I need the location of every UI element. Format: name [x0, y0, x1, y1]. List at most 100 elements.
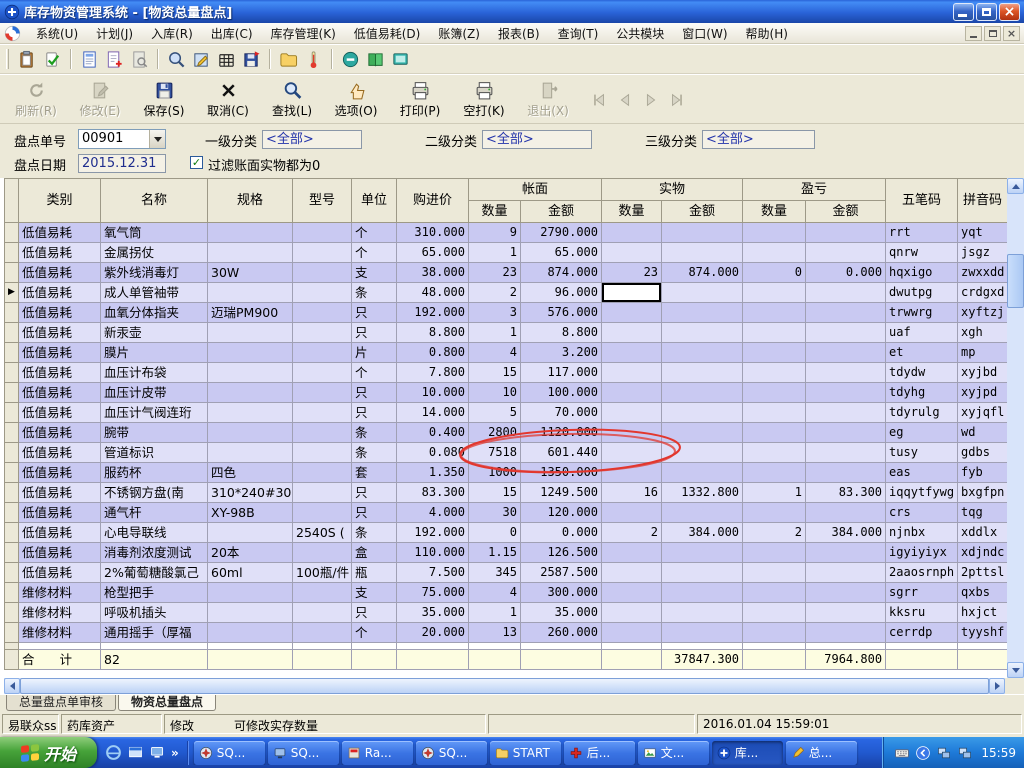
grid-cell[interactable] — [601, 322, 663, 343]
row-selector[interactable] — [4, 622, 19, 643]
grid-cell[interactable]: 低值易耗 — [18, 402, 101, 423]
row-selector[interactable] — [4, 462, 19, 483]
grid-cell[interactable] — [601, 502, 663, 523]
grid-cell[interactable]: 2 — [468, 282, 521, 303]
grid-cell[interactable] — [292, 322, 352, 343]
grid-cell[interactable]: 血压计皮带 — [100, 382, 208, 403]
grid-cell[interactable]: 维修材料 — [18, 602, 101, 623]
grid-cell[interactable] — [661, 602, 744, 623]
taskbar-button[interactable]: 总... — [785, 740, 857, 765]
grid-icon[interactable] — [214, 47, 239, 72]
row-selector[interactable] — [4, 482, 19, 503]
taskbar-button[interactable]: 库... — [711, 740, 783, 765]
grid-cell[interactable]: 套 — [351, 462, 397, 483]
grid-cell[interactable]: 7518 — [468, 442, 521, 463]
scroll-up-icon[interactable] — [1007, 178, 1024, 194]
grid-cell[interactable] — [207, 402, 293, 423]
grid-cell[interactable]: 只 — [351, 602, 397, 623]
menu-item[interactable]: 入库(R) — [142, 23, 202, 44]
grid-cell[interactable]: 0.400 — [396, 422, 469, 443]
grid-cell[interactable]: 低值易耗 — [18, 362, 101, 383]
pad-edit-icon[interactable] — [189, 47, 214, 72]
grid-cell[interactable] — [742, 322, 807, 343]
grid-cell[interactable]: 低值易耗 — [18, 462, 101, 483]
grid-cell[interactable]: 2800 — [468, 422, 521, 443]
grid-cell[interactable]: 0.000 — [519, 522, 603, 543]
report-icon[interactable] — [77, 47, 102, 72]
grid-cell[interactable]: 0.800 — [396, 342, 469, 363]
grid-cell[interactable]: 2540S ( — [292, 522, 352, 543]
grid-cell[interactable] — [742, 502, 807, 523]
grid-cell[interactable] — [742, 442, 807, 463]
grid-cell[interactable]: 0 — [742, 262, 807, 283]
grid-cell[interactable] — [742, 242, 807, 263]
date-field[interactable]: 2015.12.31 — [78, 154, 166, 173]
grid-cell[interactable] — [742, 382, 807, 403]
grid-cell[interactable]: 30 — [468, 502, 521, 523]
grid-cell[interactable]: hqxigo — [885, 262, 959, 283]
grid-cell[interactable] — [601, 562, 663, 583]
close-button[interactable]: × — [999, 2, 1020, 21]
grid-cell[interactable]: trwwrg — [885, 302, 959, 323]
doc-find-icon[interactable] — [127, 47, 152, 72]
grid-cell[interactable]: xyjqfl — [957, 402, 1009, 423]
grid-cell[interactable] — [207, 282, 293, 303]
grid-cell[interactable]: tyyshf — [957, 622, 1009, 643]
taskbar-button[interactable]: START — [489, 740, 561, 765]
grid-cell[interactable] — [805, 442, 887, 463]
grid-cell[interactable]: 100.000 — [519, 382, 603, 403]
cat2-field[interactable]: <全部> — [482, 130, 592, 149]
grid-cell[interactable]: 只 — [351, 382, 397, 403]
grid-cell[interactable]: 片 — [351, 342, 397, 363]
grid-cell[interactable] — [805, 342, 887, 363]
row-selector[interactable] — [4, 402, 19, 423]
grid-cell[interactable]: qxbs — [957, 582, 1009, 603]
combo-dropdown-icon[interactable] — [149, 130, 165, 148]
grid-cell[interactable]: 83.300 — [396, 482, 469, 503]
scroll-right-icon[interactable] — [989, 678, 1005, 694]
grid-cell[interactable]: xyftzj — [957, 302, 1009, 323]
grid-cell[interactable] — [661, 502, 744, 523]
grid-cell[interactable] — [805, 242, 887, 263]
grid-cell[interactable]: 117.000 — [519, 362, 603, 383]
grid-cell[interactable]: 低值易耗 — [18, 382, 101, 403]
vertical-scroll-thumb[interactable] — [1007, 254, 1024, 308]
grid-cell[interactable]: 消毒剂浓度测试 — [100, 542, 208, 563]
grid-cell[interactable]: 低值易耗 — [18, 282, 101, 303]
grid-cell[interactable] — [805, 562, 887, 583]
grid-cell[interactable]: 血压计布袋 — [100, 362, 208, 383]
grid-cell[interactable] — [805, 362, 887, 383]
doc-no-combo[interactable]: 00901 — [78, 129, 166, 149]
grid-cell[interactable]: 条 — [351, 442, 397, 463]
grid-cell[interactable] — [661, 542, 744, 563]
grid-cell[interactable]: 874.000 — [519, 262, 603, 283]
menu-item[interactable]: 库存管理(K) — [262, 23, 345, 44]
grid-cell[interactable] — [661, 422, 744, 443]
grid-cell[interactable]: igyiyiyx — [885, 542, 959, 563]
grid-cell[interactable]: 10.000 — [396, 382, 469, 403]
grid-cell[interactable] — [292, 622, 352, 643]
row-selector[interactable] — [4, 362, 19, 383]
grid-cell[interactable]: 支 — [351, 582, 397, 603]
grid-cell[interactable]: 服药杯 — [100, 462, 208, 483]
net-icon[interactable] — [936, 745, 952, 761]
grid-cell[interactable]: 1 — [468, 602, 521, 623]
grid-cell[interactable] — [805, 462, 887, 483]
grid-cell[interactable]: xyjbd — [957, 362, 1009, 383]
grid-cell[interactable] — [805, 302, 887, 323]
grid-cell[interactable]: 0.000 — [805, 262, 887, 283]
grid-cell[interactable] — [207, 602, 293, 623]
grid-cell[interactable]: mp — [957, 342, 1009, 363]
grid-cell[interactable]: 条 — [351, 522, 397, 543]
zoom-icon[interactable] — [164, 47, 189, 72]
grid-cell[interactable]: 只 — [351, 322, 397, 343]
menu-item[interactable]: 查询(T) — [549, 23, 608, 44]
grid-cell[interactable]: 条 — [351, 282, 397, 303]
grid-cell[interactable]: 300.000 — [519, 582, 603, 603]
grid-cell[interactable]: 低值易耗 — [18, 542, 101, 563]
grid-cell[interactable]: 个 — [351, 362, 397, 383]
grid-cell[interactable]: 低值易耗 — [18, 502, 101, 523]
grid-cell[interactable]: 0 — [468, 522, 521, 543]
screen-icon[interactable] — [388, 47, 413, 72]
taskbar-button[interactable]: SQ... — [267, 740, 339, 765]
